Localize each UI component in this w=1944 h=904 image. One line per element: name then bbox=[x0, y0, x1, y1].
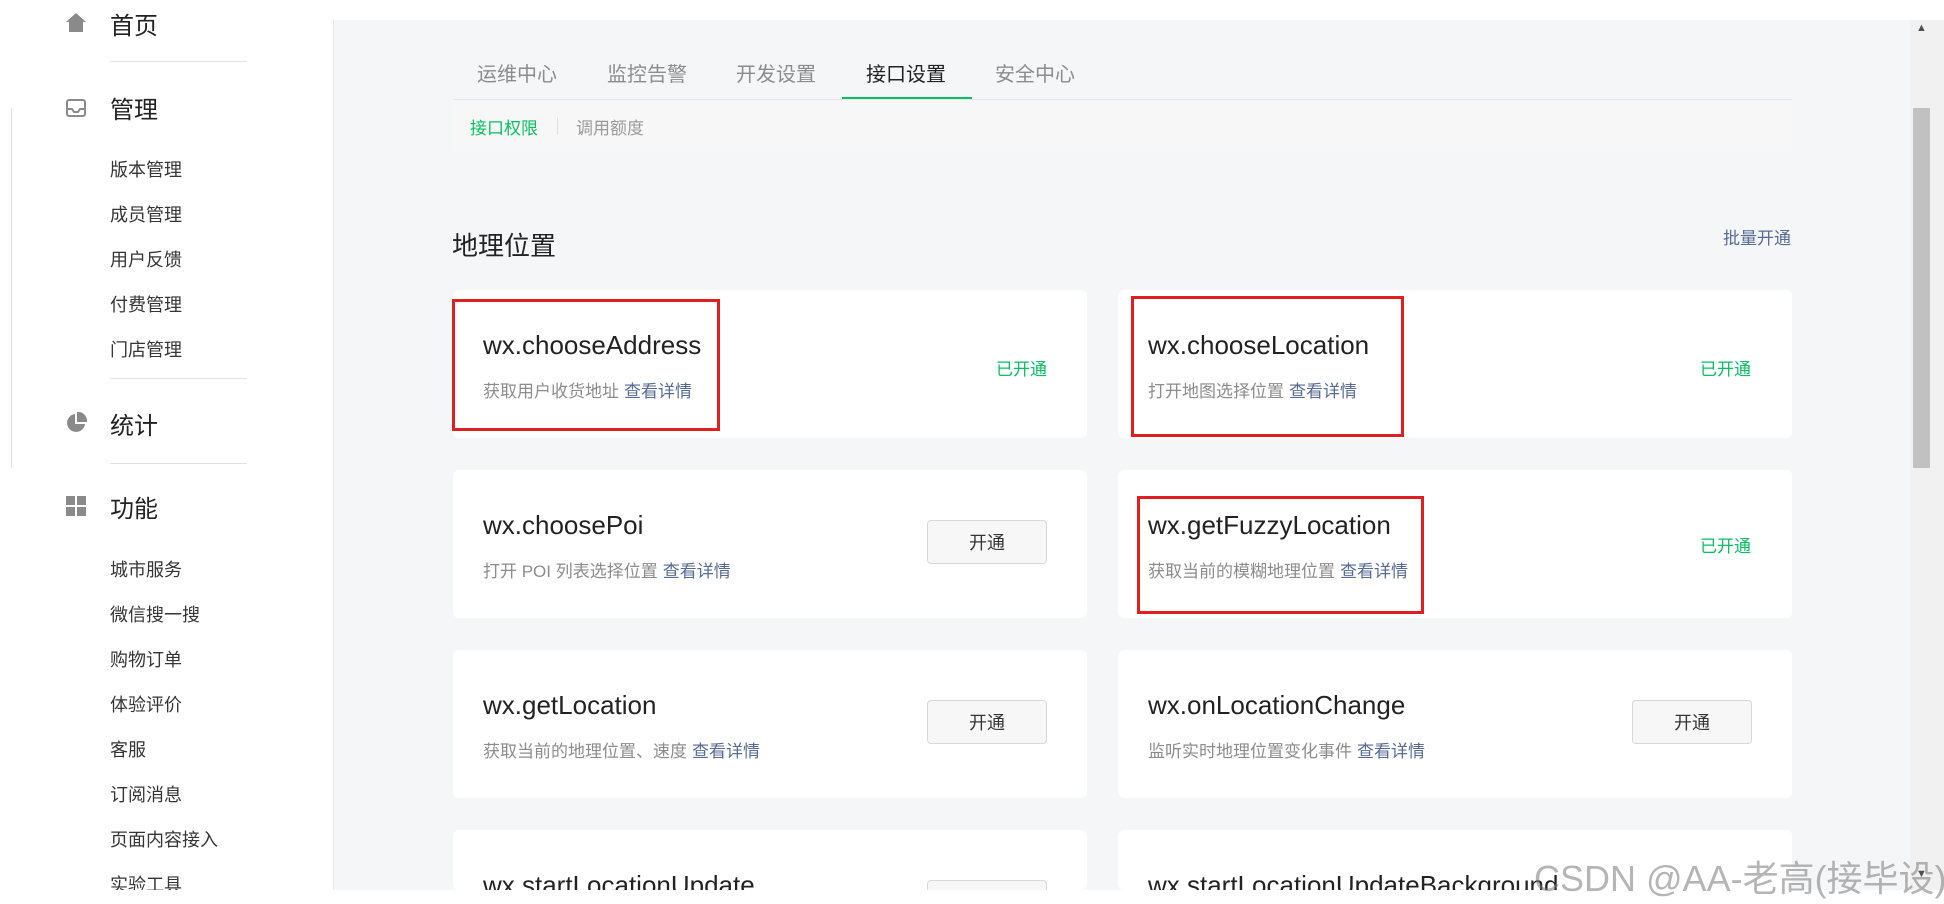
tab-security-center[interactable]: 安全中心 bbox=[995, 58, 1075, 87]
api-name: wx.startLocationUpdateBackground bbox=[1148, 870, 1559, 890]
subtab-separator bbox=[557, 117, 558, 135]
scrollbar-thumb[interactable] bbox=[1913, 108, 1930, 468]
open-button[interactable]: 开通 bbox=[927, 700, 1047, 744]
active-tab-indicator bbox=[842, 97, 972, 99]
view-details-link[interactable]: 查看详情 bbox=[1340, 562, 1408, 581]
view-details-link[interactable]: 查看详情 bbox=[692, 742, 760, 761]
sidebar-item-home[interactable]: 首页 bbox=[110, 6, 158, 41]
sidebar-item-page-content[interactable]: 页面内容接入 bbox=[110, 826, 218, 852]
subtab-bar bbox=[453, 100, 1792, 151]
scroll-up-arrow-icon[interactable]: ▲ bbox=[1916, 22, 1927, 34]
api-name: wx.startLocationUpdate bbox=[483, 870, 755, 890]
api-name: wx.onLocationChange bbox=[1148, 690, 1406, 720]
api-desc-text: 获取当前的模糊地理位置 bbox=[1148, 562, 1335, 581]
home-icon bbox=[66, 13, 86, 32]
api-desc-text: 打开 POI 列表选择位置 bbox=[483, 562, 658, 581]
api-name: wx.getLocation bbox=[483, 690, 657, 720]
batch-open-link[interactable]: 批量开通 bbox=[1723, 224, 1791, 249]
sidebar-item-wechat-search[interactable]: 微信搜一搜 bbox=[110, 601, 200, 627]
sidebar-item-customer-service[interactable]: 客服 bbox=[110, 736, 146, 762]
sidebar-divider bbox=[110, 61, 247, 62]
view-details-link[interactable]: 查看详情 bbox=[1289, 382, 1357, 401]
open-button[interactable]: 开通 bbox=[927, 520, 1047, 564]
sidebar-section-stats[interactable]: 统计 bbox=[110, 406, 158, 441]
view-details-link[interactable]: 查看详情 bbox=[1357, 742, 1425, 761]
sidebar-item-subscribe-msg[interactable]: 订阅消息 bbox=[110, 781, 182, 807]
top-strip bbox=[334, 0, 1910, 20]
sidebar-divider bbox=[110, 463, 247, 464]
status-opened: 已开通 bbox=[996, 360, 1047, 379]
api-desc-text: 打开地图选择位置 bbox=[1148, 382, 1284, 401]
status-opened: 已开通 bbox=[1700, 537, 1751, 556]
tab-ops-center[interactable]: 运维中心 bbox=[477, 58, 557, 87]
api-name: wx.getFuzzyLocation bbox=[1148, 510, 1391, 540]
sidebar-item-feedback[interactable]: 用户反馈 bbox=[110, 246, 182, 272]
api-description: 获取当前的模糊地理位置 查看详情 bbox=[1148, 557, 1408, 582]
sidebar-item-reviews[interactable]: 体验评价 bbox=[110, 691, 182, 717]
api-card-startLocationUpdate: wx.startLocationUpdate 开通 bbox=[453, 830, 1087, 890]
api-description: 打开地图选择位置 查看详情 bbox=[1148, 377, 1357, 402]
sidebar-section-features[interactable]: 功能 bbox=[110, 489, 158, 524]
sidebar: 首页 管理 版本管理 成员管理 用户反馈 付费管理 门店管理 统计 功能 城市服… bbox=[0, 0, 334, 895]
watermark: CSDN @AA-老高(接毕设) bbox=[1534, 858, 1944, 899]
api-description: 监听实时地理位置变化事件 查看详情 bbox=[1148, 737, 1425, 762]
sidebar-item-members[interactable]: 成员管理 bbox=[110, 201, 182, 227]
subtab-call-quota[interactable]: 调用额度 bbox=[576, 114, 644, 139]
api-description: 获取用户收货地址 查看详情 bbox=[483, 377, 692, 402]
open-button[interactable]: 开通 bbox=[1632, 700, 1752, 744]
pie-chart-icon bbox=[67, 411, 88, 432]
sidebar-section-manage[interactable]: 管理 bbox=[110, 90, 158, 125]
api-name: wx.chooseAddress bbox=[483, 330, 702, 360]
api-card-onLocationChange: wx.onLocationChange 监听实时地理位置变化事件 查看详情 开通 bbox=[1118, 650, 1792, 798]
view-details-link[interactable]: 查看详情 bbox=[663, 562, 731, 581]
api-desc-text: 获取当前的地理位置、速度 bbox=[483, 742, 687, 761]
api-card-getFuzzyLocation: wx.getFuzzyLocation 获取当前的模糊地理位置 查看详情 已开通 bbox=[1118, 470, 1792, 618]
api-description: 打开 POI 列表选择位置 查看详情 bbox=[483, 557, 731, 582]
api-desc-text: 获取用户收货地址 bbox=[483, 382, 619, 401]
subtab-api-permissions[interactable]: 接口权限 bbox=[470, 114, 538, 139]
sidebar-item-version[interactable]: 版本管理 bbox=[110, 156, 182, 182]
sidebar-divider bbox=[110, 378, 247, 379]
open-button[interactable]: 开通 bbox=[927, 880, 1047, 890]
tab-api-settings[interactable]: 接口设置 bbox=[866, 58, 946, 87]
api-card-chooseAddress: wx.chooseAddress 获取用户收货地址 查看详情 已开通 bbox=[453, 290, 1087, 438]
api-card-getLocation: wx.getLocation 获取当前的地理位置、速度 查看详情 开通 bbox=[453, 650, 1087, 798]
sidebar-item-payment[interactable]: 付费管理 bbox=[110, 291, 182, 317]
view-details-link[interactable]: 查看详情 bbox=[624, 382, 692, 401]
api-description: 获取当前的地理位置、速度 查看详情 bbox=[483, 737, 760, 762]
tab-monitoring[interactable]: 监控告警 bbox=[607, 58, 687, 87]
api-card-choosePoi: wx.choosePoi 打开 POI 列表选择位置 查看详情 开通 bbox=[453, 470, 1087, 618]
api-desc-text: 监听实时地理位置变化事件 bbox=[1148, 742, 1352, 761]
section-title: 地理位置 bbox=[452, 231, 557, 261]
api-name: wx.chooseLocation bbox=[1148, 330, 1370, 360]
sidebar-item-city-service[interactable]: 城市服务 bbox=[110, 556, 182, 582]
grid-icon bbox=[66, 496, 86, 516]
inbox-icon bbox=[66, 99, 86, 117]
sidebar-edge-line bbox=[11, 108, 12, 468]
sidebar-item-orders[interactable]: 购物订单 bbox=[110, 646, 182, 672]
api-card-chooseLocation: wx.chooseLocation 打开地图选择位置 查看详情 已开通 bbox=[1118, 290, 1792, 438]
status-opened: 已开通 bbox=[1700, 360, 1751, 379]
api-name: wx.choosePoi bbox=[483, 510, 644, 540]
sidebar-item-stores[interactable]: 门店管理 bbox=[110, 336, 182, 362]
tab-dev-settings[interactable]: 开发设置 bbox=[736, 58, 816, 87]
